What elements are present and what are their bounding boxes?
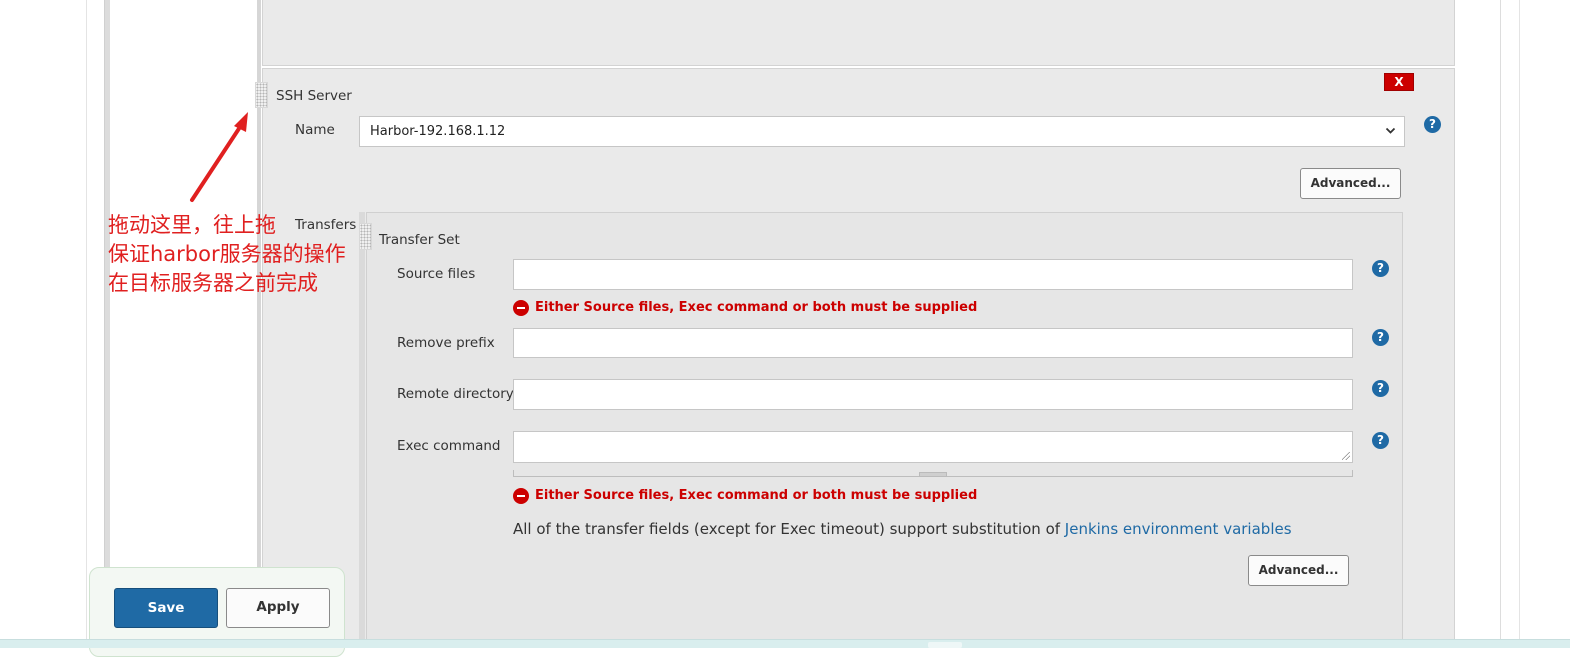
jenkins-env-vars-link[interactable]: Jenkins environment variables — [1065, 520, 1292, 538]
transfer-set-left-bar — [359, 212, 365, 648]
name-select[interactable]: Harbor-192.168.1.12 — [359, 116, 1405, 147]
name-label: Name — [295, 122, 335, 138]
textarea-expand-grip-icon[interactable] — [919, 472, 947, 477]
right-edge — [1500, 0, 1501, 648]
exec-command-textarea[interactable] — [513, 431, 1353, 463]
source-files-label: Source files — [397, 266, 476, 282]
previous-section-panel — [262, 0, 1455, 66]
error-icon — [513, 488, 529, 504]
transfer-set-label: Transfer Set — [379, 232, 460, 248]
error-message: Either Source files, Exec command or bot… — [535, 300, 978, 315]
scrollbar-thumb[interactable] — [928, 642, 962, 648]
ssh-advanced-button[interactable]: Advanced... — [1300, 168, 1401, 199]
annotation-arrow-icon — [180, 104, 260, 204]
ssh-server-label: SSH Server — [276, 88, 352, 104]
horizontal-scrollbar[interactable] — [0, 639, 1570, 648]
chevron-down-icon — [1385, 117, 1396, 157]
name-select-value: Harbor-192.168.1.12 — [370, 124, 506, 139]
remove-prefix-input[interactable] — [513, 328, 1353, 358]
exec-command-label: Exec command — [397, 438, 501, 454]
annotation-line-3: 在目标服务器之前完成 — [108, 271, 318, 295]
note-text: All of the transfer fields (except for E… — [513, 520, 1065, 538]
annotation-note: 拖动这里，往上拖 保证harbor服务器的操作 在目标服务器之前完成 — [108, 211, 346, 298]
source-files-input[interactable] — [513, 259, 1353, 290]
source-files-error: Either Source files, Exec command or bot… — [513, 300, 1013, 318]
name-help-icon[interactable]: ? — [1424, 116, 1441, 133]
remove-prefix-help-icon[interactable]: ? — [1372, 329, 1389, 346]
exec-command-help-icon[interactable]: ? — [1372, 432, 1389, 449]
remote-directory-label: Remote directory — [397, 386, 514, 402]
remote-directory-help-icon[interactable]: ? — [1372, 380, 1389, 397]
exec-command-error: Either Source files, Exec command or bot… — [513, 488, 1013, 506]
resize-grip-icon[interactable] — [1342, 452, 1350, 460]
remove-prefix-label: Remove prefix — [397, 335, 495, 351]
apply-button[interactable]: Apply — [226, 588, 330, 628]
source-files-help-icon[interactable]: ? — [1372, 260, 1389, 277]
error-icon — [513, 300, 529, 316]
substitution-note: All of the transfer fields (except for E… — [513, 520, 1292, 538]
remote-directory-input[interactable] — [513, 379, 1353, 410]
transfer-set-drag-handle[interactable] — [359, 223, 372, 250]
annotation-line-2: 保证harbor服务器的操作 — [108, 242, 346, 266]
save-button[interactable]: Save — [114, 588, 218, 628]
error-message: Either Source files, Exec command or bot… — [535, 488, 978, 503]
delete-ssh-server-button[interactable]: X — [1384, 73, 1414, 91]
annotation-line-1: 拖动这里，往上拖 — [108, 213, 276, 237]
transfer-advanced-button[interactable]: Advanced... — [1248, 555, 1349, 586]
